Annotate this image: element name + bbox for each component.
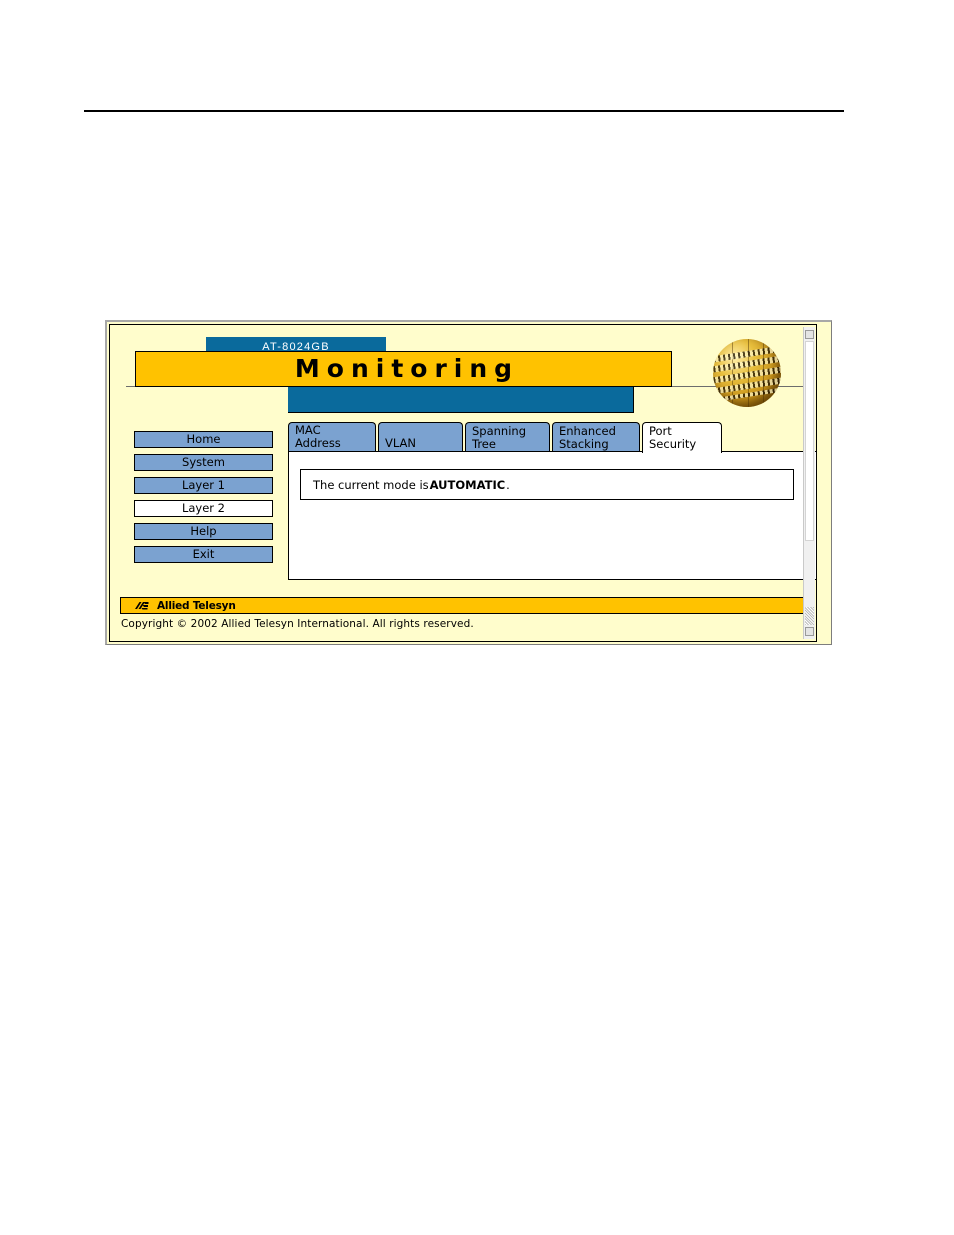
globe-icon — [713, 339, 781, 407]
page-title-bar: Monitoring — [135, 351, 672, 387]
tab-vlan-label: VLAN — [385, 436, 417, 450]
sidebar-item-exit[interactable]: Exit — [134, 546, 273, 563]
allied-telesyn-logo-icon — [135, 602, 149, 610]
tab-enhanced-stacking-label: Enhanced Stacking — [559, 424, 616, 451]
title-sub-bar — [288, 387, 634, 413]
brand-logo-bar: Allied Telesyn — [120, 597, 810, 614]
tab-mac-address-label: MAC Address — [295, 423, 341, 450]
app-body: Home System Layer 1 Layer 2 Help Exit MA… — [110, 418, 816, 593]
tab-enhanced-stacking[interactable]: Enhanced Stacking — [552, 422, 640, 452]
brand-logo-text: Allied Telesyn — [157, 599, 236, 612]
tab-spanning-tree-label: Spanning Tree — [472, 424, 527, 451]
tab-mac-address[interactable]: MAC Address — [288, 422, 376, 452]
app-footer: Allied Telesyn Copyright © 2002 Allied T… — [110, 593, 816, 641]
status-prefix-text: The current mode is — [313, 477, 429, 492]
port-security-mode-status: The current mode is AUTOMATIC. — [300, 469, 794, 500]
tab-strip: MAC Address VLAN Spanning Tree Enhanced … — [288, 422, 722, 453]
sidebar-item-home[interactable]: Home — [134, 431, 273, 448]
tab-spanning-tree[interactable]: Spanning Tree — [465, 422, 550, 452]
application-window: AT-8024GB Monitoring Home System Layer 1… — [105, 320, 832, 645]
app-header: AT-8024GB Monitoring — [110, 325, 816, 418]
tab-vlan[interactable]: VLAN — [378, 422, 463, 452]
sidebar-item-help[interactable]: Help — [134, 523, 273, 540]
scrollbar-thumb[interactable] — [805, 341, 814, 541]
sidebar-item-layer-2[interactable]: Layer 2 — [134, 500, 273, 517]
tab-port-security-label: Port Security — [649, 424, 697, 451]
current-mode-value: AUTOMATIC — [429, 477, 506, 492]
scrollbar-resize-grip[interactable] — [805, 607, 814, 625]
application-viewport: AT-8024GB Monitoring Home System Layer 1… — [109, 324, 817, 642]
status-suffix-text: . — [506, 477, 510, 492]
page-header-rule — [84, 110, 844, 112]
tab-port-security[interactable]: Port Security — [642, 422, 722, 453]
sidebar-nav: Home System Layer 1 Layer 2 Help Exit — [134, 431, 273, 569]
sidebar-item-system[interactable]: System — [134, 454, 273, 471]
sidebar-item-layer-1[interactable]: Layer 1 — [134, 477, 273, 494]
vertical-scrollbar[interactable] — [803, 327, 815, 639]
scrollbar-down-button[interactable] — [805, 627, 814, 636]
scrollbar-up-button[interactable] — [805, 330, 814, 339]
tab-content-panel: The current mode is AUTOMATIC. — [288, 451, 816, 580]
page-title: Monitoring — [294, 354, 520, 383]
copyright-text: Copyright © 2002 Allied Telesyn Internat… — [121, 618, 474, 630]
